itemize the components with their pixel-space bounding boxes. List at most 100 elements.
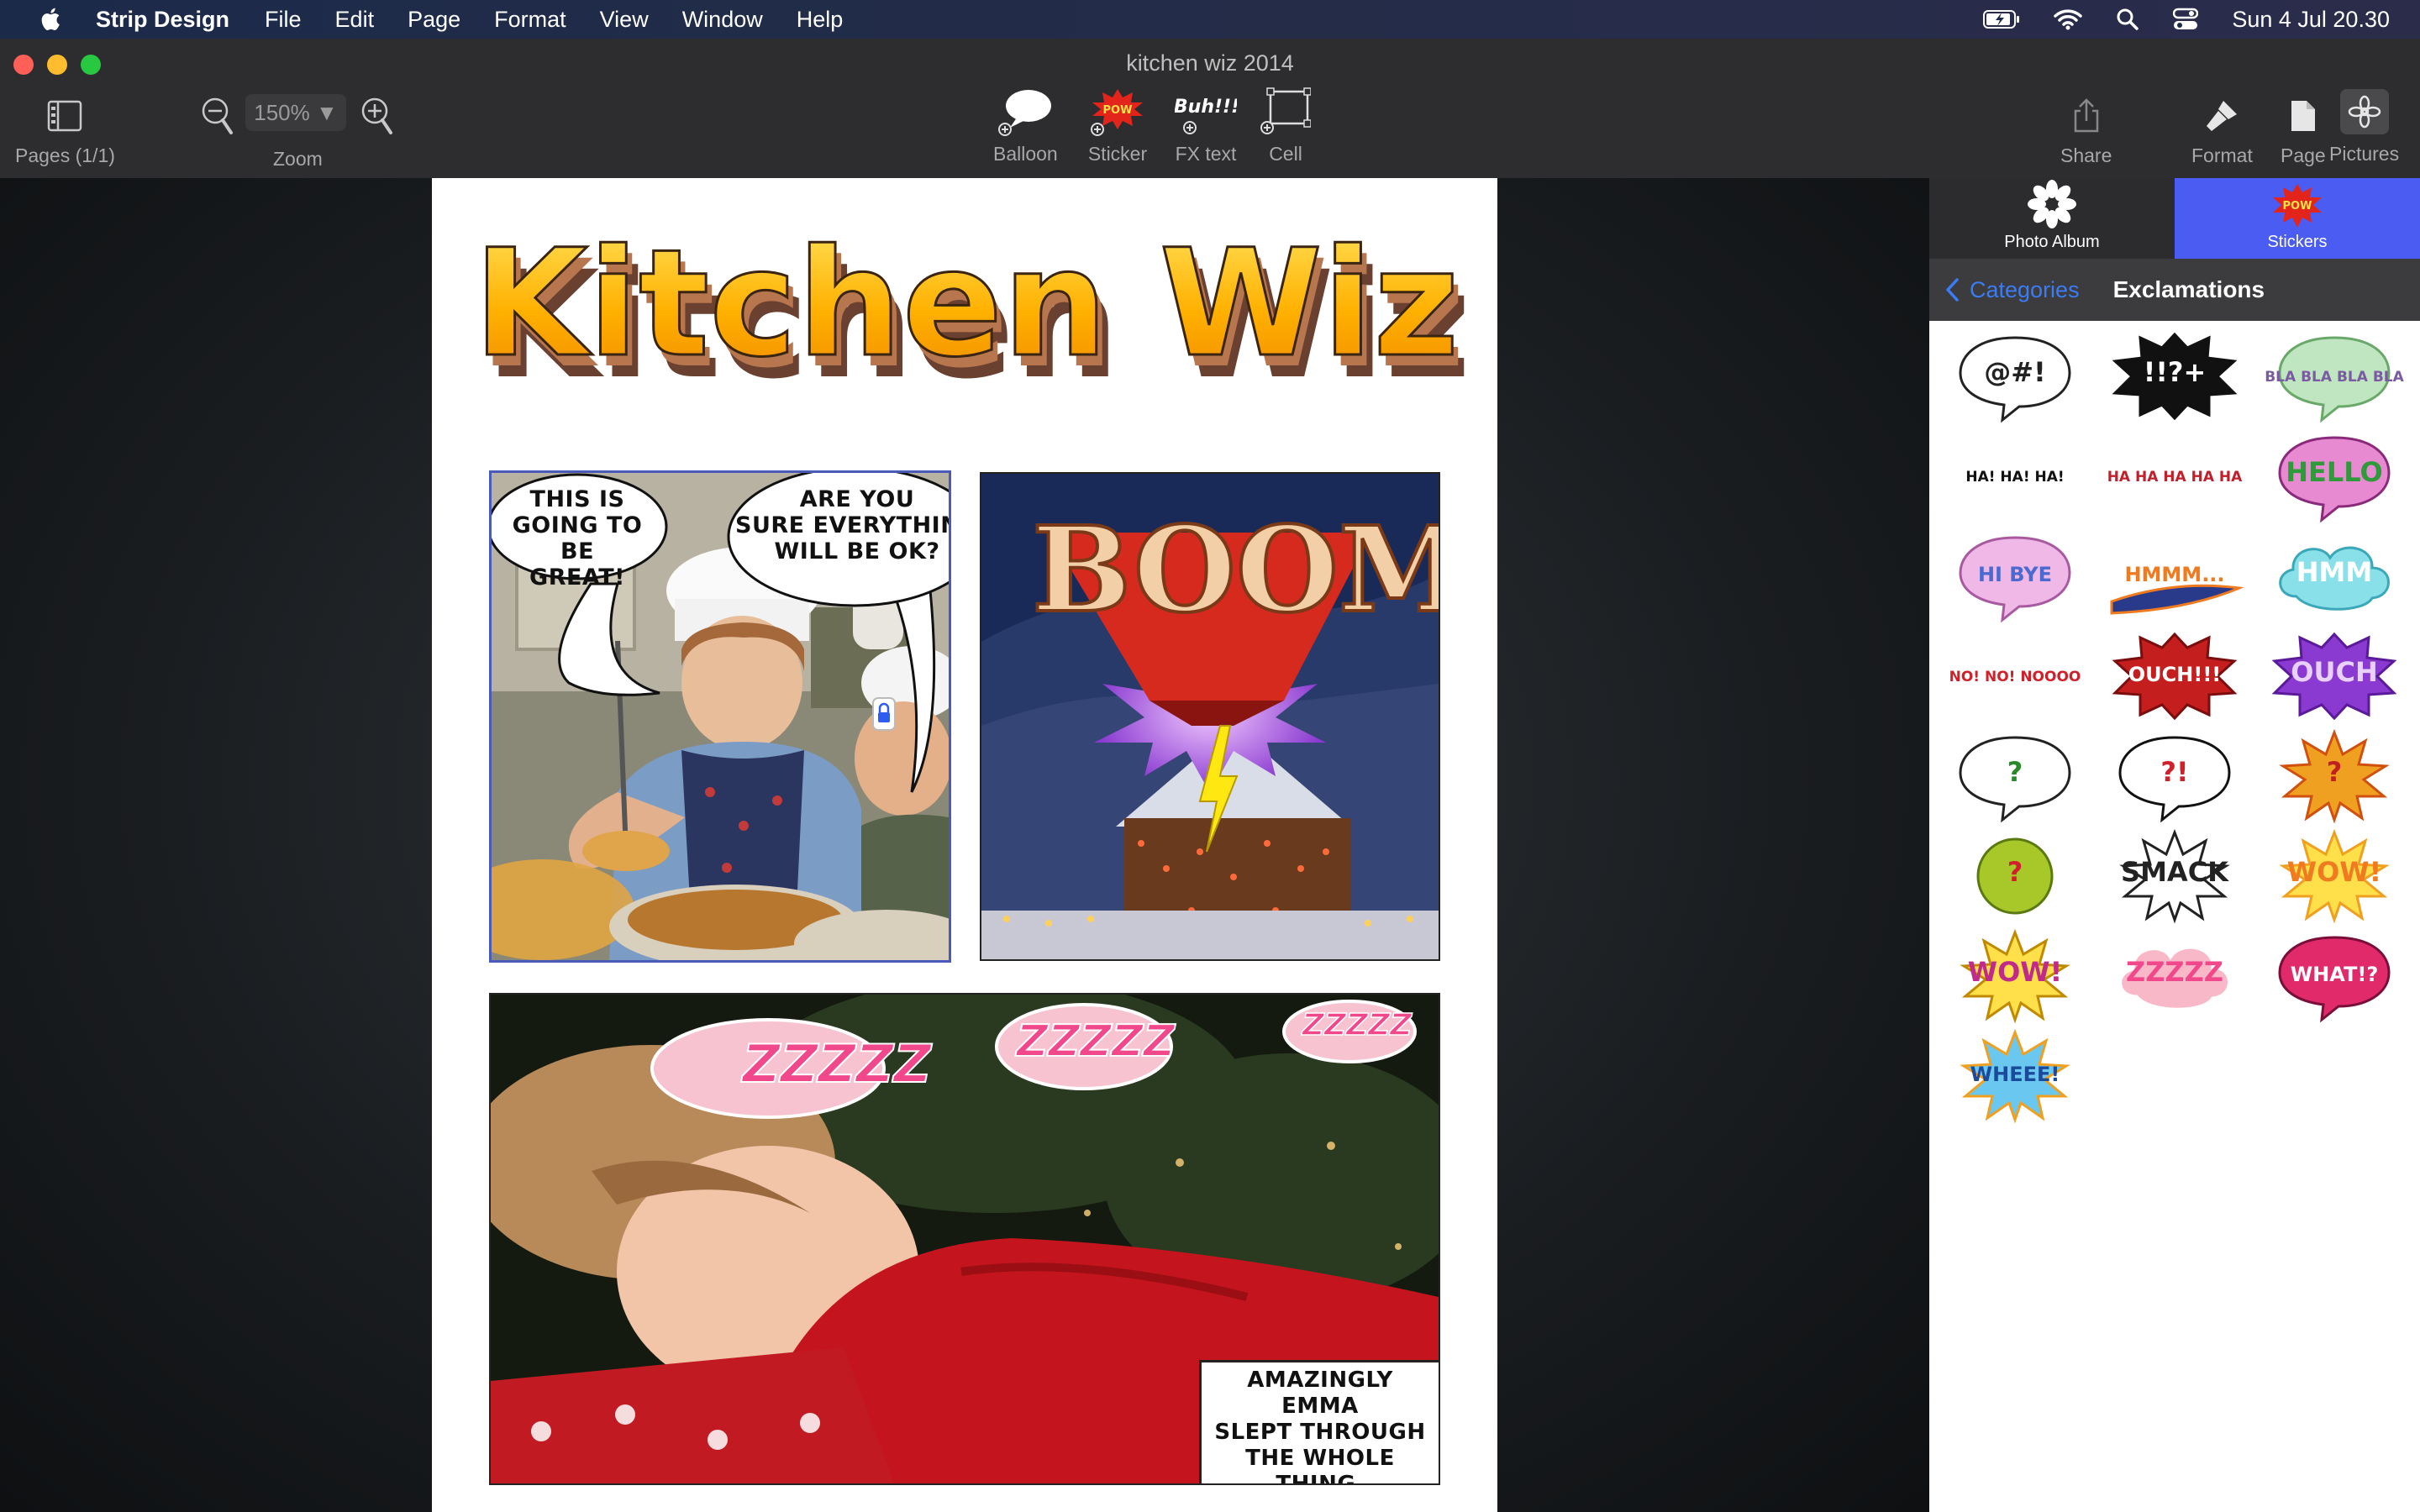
menu-view[interactable]: View: [600, 7, 649, 33]
tab-stickers-icon-text: POW: [2283, 200, 2312, 213]
panel-boom[interactable]: BOOM: [980, 472, 1440, 961]
speech-balloon-icon: [998, 90, 1052, 136]
sticker-item[interactable]: ?: [1939, 726, 2091, 825]
tab-stickers[interactable]: POW Stickers: [2175, 178, 2420, 259]
sticker-text: WOW!: [1968, 956, 2062, 988]
fx-text-label: FX text: [1175, 143, 1237, 165]
add-balloon-button[interactable]: Balloon: [993, 87, 1058, 165]
menu-page[interactable]: Page: [408, 7, 460, 33]
sticker-graphic: SMACK: [2119, 828, 2230, 924]
sticker-item[interactable]: HA HA HA HA HA: [2099, 426, 2250, 525]
sticker-graphic: ?!: [2118, 736, 2231, 823]
menu-window[interactable]: Window: [682, 7, 763, 33]
add-sticker-button[interactable]: POW Sticker: [1084, 87, 1151, 165]
speech-balloon-2[interactable]: ARE YOU SURE EVERYTHING WILL BE OK?: [735, 486, 949, 564]
sticker-text: SMACK: [2121, 856, 2229, 888]
sticker-item[interactable]: HMM: [2259, 526, 2410, 625]
format-button[interactable]: Format: [2191, 97, 2253, 167]
sticker-graphic: OUCH: [2271, 632, 2397, 721]
sticker-item[interactable]: !!?+: [2099, 326, 2250, 425]
sticker-text: HELLO: [2286, 456, 2382, 488]
sticker-graphic: ZZZZZ: [2119, 946, 2230, 1011]
add-cell-button[interactable]: Cell: [1260, 87, 1311, 165]
sticker-text: WHEEE!: [1970, 1063, 2060, 1086]
sticker-item[interactable]: WOW!: [1939, 926, 2091, 1025]
pictures-sidebar: Photo Album POW Stickers Categories Excl…: [1929, 178, 2420, 1512]
battery-icon[interactable]: [1983, 10, 2020, 29]
sticker-item[interactable]: WHEEE!: [1939, 1026, 2091, 1125]
sticker-graphic: WHAT!?: [2278, 936, 2391, 1023]
apple-icon[interactable]: [37, 5, 62, 34]
panel-lock-icon[interactable]: [872, 697, 896, 731]
sticker-item[interactable]: WOW!: [2259, 826, 2410, 925]
balloon-label: Balloon: [993, 143, 1058, 165]
pow-sticker-icon: POW: [1091, 89, 1143, 136]
sticker-text: ?: [2007, 756, 2023, 788]
flower-icon: [2028, 180, 2076, 228]
page-button[interactable]: Page: [2281, 97, 2326, 167]
sticker-item[interactable]: ?: [2259, 726, 2410, 825]
menu-file[interactable]: File: [265, 7, 302, 33]
canvas-area[interactable]: Kitchen Wiz Kitchen Wiz Kitchen Wiz THIS…: [0, 178, 1929, 1512]
sticker-item[interactable]: ?: [1939, 826, 2091, 925]
pages-button[interactable]: Pages (1/1): [15, 99, 115, 167]
share-button[interactable]: Share: [2060, 97, 2112, 167]
zoom-label: Zoom: [273, 148, 323, 170]
sticker-text: ZZZZZ: [2126, 956, 2223, 988]
sticker-item[interactable]: SMACK: [2099, 826, 2250, 925]
sticker-item[interactable]: @#!: [1939, 326, 2091, 425]
menu-format[interactable]: Format: [494, 7, 566, 33]
sticker-graphic: HMMM...: [2110, 563, 2244, 615]
sticker-text: BLA BLA BLA BLA: [2265, 369, 2404, 386]
boom-fx-text[interactable]: BOOM: [1030, 506, 1439, 635]
sticker-text: ?: [2327, 756, 2343, 788]
zoom-out-icon[interactable]: [200, 96, 237, 138]
sticker-text: WOW!: [2287, 856, 2381, 888]
sticker-item[interactable]: ?!: [2099, 726, 2250, 825]
app-menu[interactable]: Strip Design: [96, 7, 229, 33]
zoom-level-select[interactable]: 150% ▼: [245, 94, 346, 131]
sticker-item[interactable]: ZZZZZ: [2099, 926, 2250, 1025]
zzz-fx-text-3[interactable]: ZZZZZ: [1286, 1007, 1428, 1043]
page-title-fx-text[interactable]: Kitchen Wiz Kitchen Wiz Kitchen Wiz: [447, 215, 1486, 397]
tab-stickers-label: Stickers: [2267, 233, 2328, 251]
panel-sleeping[interactable]: ZZZZZ ZZZZZ ZZZZZ AMAZINGLY EMMA SLEPT T…: [489, 993, 1440, 1485]
sticker-item[interactable]: NO! NO! NOOOO: [1939, 626, 2091, 725]
sticker-item[interactable]: OUCH: [2259, 626, 2410, 725]
zzz-fx-text-1[interactable]: ZZZZZ: [711, 1032, 963, 1095]
sticker-item[interactable]: HA! HA! HA!: [1939, 426, 2091, 525]
sticker-graphic: WHEEE!: [1960, 1028, 2070, 1124]
zzz-fx-text-2[interactable]: ZZZZZ: [995, 1016, 1197, 1068]
sticker-shape: [2110, 584, 2244, 615]
window-toolbar: kitchen wiz 2014 Pages (1/1) 150% ▼ Zoom…: [0, 39, 2420, 180]
caption-box[interactable]: AMAZINGLY EMMA SLEPT THROUGH THE WHOLE T…: [1199, 1360, 1439, 1483]
control-center-icon[interactable]: [2173, 8, 2199, 31]
comic-page[interactable]: Kitchen Wiz Kitchen Wiz Kitchen Wiz THIS…: [432, 178, 1497, 1512]
menu-edit[interactable]: Edit: [335, 7, 375, 33]
speech-balloon-1[interactable]: THIS IS GOING TO BE GREAT!: [493, 486, 661, 591]
categories-back-button[interactable]: Categories: [1944, 277, 2080, 303]
sticker-text: HA HA HA HA HA: [2107, 469, 2243, 486]
pictures-button[interactable]: Pictures: [2329, 89, 2399, 165]
sticker-item[interactable]: WHAT!?: [2259, 926, 2410, 1025]
tab-photo-album-label: Photo Album: [2004, 233, 2100, 251]
pow-sticker-icon: POW: [2273, 184, 2322, 228]
sticker-item[interactable]: OUCH!!!: [2099, 626, 2250, 725]
sticker-graphic: !!?+: [2112, 332, 2238, 421]
zoom-level-value: 150% ▼: [254, 99, 338, 125]
sticker-text: OUCH: [2291, 656, 2377, 688]
title-text: Kitchen Wiz: [473, 218, 1459, 390]
pictures-label: Pictures: [2329, 143, 2400, 165]
sticker-item[interactable]: BLA BLA BLA BLA: [2259, 326, 2410, 425]
sticker-item[interactable]: HMMM...: [2099, 526, 2250, 625]
menu-help[interactable]: Help: [797, 7, 844, 33]
tab-photo-album[interactable]: Photo Album: [1929, 178, 2175, 259]
wifi-icon[interactable]: [2054, 8, 2083, 30]
add-fx-text-button[interactable]: Buh!!! FX text: [1175, 87, 1237, 165]
sticker-item[interactable]: HELLO: [2259, 426, 2410, 525]
sticker-item[interactable]: HI BYE: [1939, 526, 2091, 625]
zoom-in-icon[interactable]: [360, 96, 397, 138]
sticker-text: HI BYE: [1978, 563, 2052, 586]
spotlight-search-icon[interactable]: [2116, 8, 2139, 31]
menu-clock[interactable]: Sun 4 Jul 20.30: [2232, 7, 2390, 33]
